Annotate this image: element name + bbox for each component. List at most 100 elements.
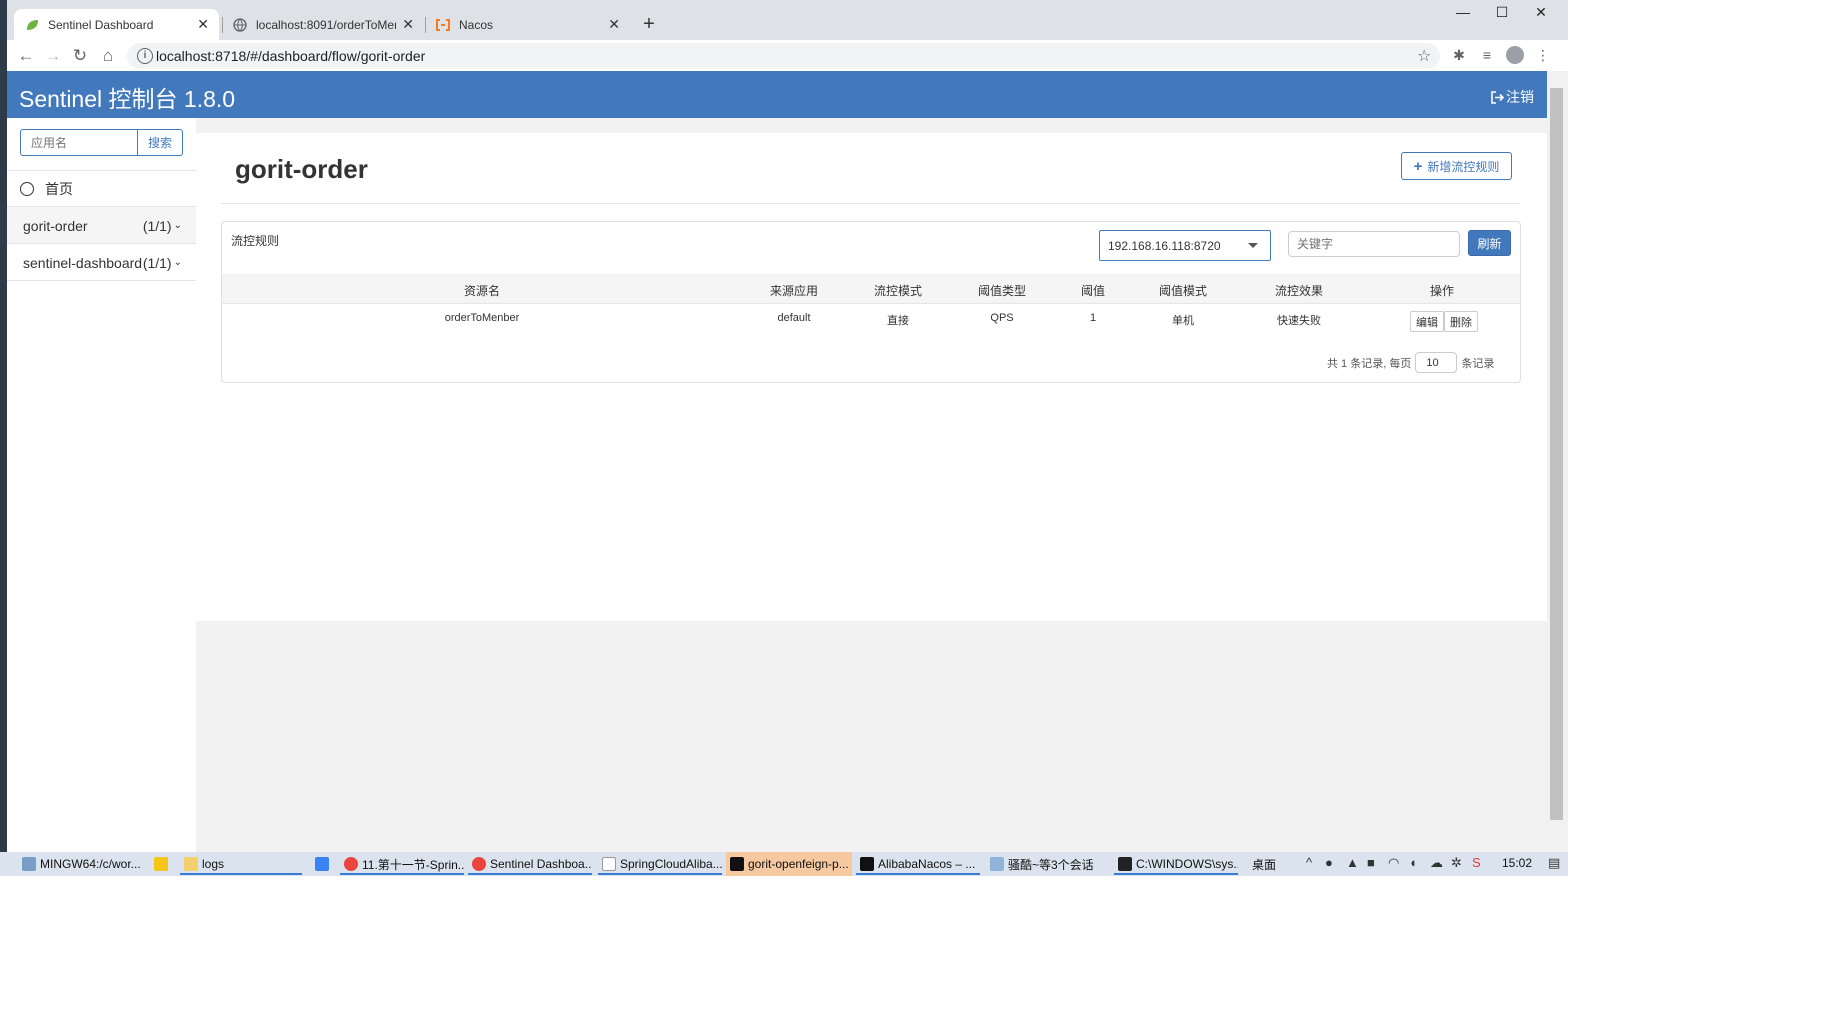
taskbar-label: 11.第十一节-Sprin... <box>362 857 464 872</box>
extensions-icon[interactable]: ✱ <box>1450 47 1468 65</box>
taskbar-active-indicator <box>1114 873 1238 875</box>
app-search-button[interactable]: 搜索 <box>137 129 183 156</box>
refresh-button[interactable]: 刷新 <box>1468 230 1511 256</box>
card-title: 流控规则 <box>231 234 280 248</box>
browser-tab-nacos[interactable]: Nacos ✕ <box>425 9 630 40</box>
forward-arrow-icon[interactable]: → <box>42 45 64 67</box>
cell-cluster: 单机 <box>1172 315 1194 327</box>
app-name: sentinel-dashboard <box>23 254 143 271</box>
url-text[interactable]: localhost:8718/#/dashboard/flow/gorit-or… <box>156 48 425 64</box>
window-close-icon[interactable]: ✕ <box>1522 4 1560 24</box>
tray-cloud-icon[interactable]: ☁ <box>1430 855 1443 871</box>
caret-down-icon <box>1248 243 1258 248</box>
cell-origin: default <box>777 312 811 324</box>
column-header-grade: 阈值类型 <box>977 284 1027 298</box>
leaf-icon <box>24 17 40 33</box>
cell-mode: 直接 <box>887 315 909 327</box>
chrome-icon <box>344 857 358 871</box>
sidebar-item-home[interactable]: 首页 <box>7 171 196 206</box>
intellij-icon <box>730 857 744 871</box>
keyword-input[interactable] <box>1288 231 1460 257</box>
taskbar-label: AlibabaNacos – ... <box>878 857 976 871</box>
close-icon[interactable]: ✕ <box>197 16 209 33</box>
tray-chevron-up-icon[interactable]: ^ <box>1306 855 1312 870</box>
column-header-cluster: 阈值模式 <box>1158 284 1208 298</box>
browser-tab-sentinel[interactable]: Sentinel Dashboard ✕ <box>14 9 219 40</box>
taskbar-item-app[interactable] <box>311 852 335 876</box>
taskbar-item-player[interactable] <box>150 852 174 876</box>
tray-ime-icon[interactable]: S <box>1472 855 1481 870</box>
scrollbar-thumb[interactable] <box>1550 88 1563 820</box>
cell-resource: orderToMenber <box>444 312 520 324</box>
cell-grade: QPS <box>990 312 1014 324</box>
taskbar-label: 骚酷~等3个会话 <box>1008 857 1094 872</box>
machine-select[interactable]: 192.168.16.118:8720 <box>1099 230 1271 261</box>
taskbar-clock: 15:02 <box>1502 856 1533 870</box>
taskbar-label: MINGW64:/c/wor... <box>40 857 141 871</box>
add-flow-rule-button[interactable]: + 新增流控规则 <box>1401 152 1512 180</box>
app-name: gorit-order <box>23 217 88 234</box>
machine-select-value: 192.168.16.118:8720 <box>1108 238 1221 253</box>
taskbar-item-idea-1[interactable]: gorit-openfeign-p... <box>726 852 852 876</box>
tab-title: localhost:8091/orderToMemb <box>256 17 397 32</box>
app-icon <box>315 857 329 871</box>
maximize-icon[interactable]: ☐ <box>1483 4 1521 24</box>
taskbar-desktop[interactable]: 桌面 <box>1248 852 1298 876</box>
taskbar-active-indicator <box>598 873 722 875</box>
tray-volume-icon[interactable]: ◖ <box>1409 855 1417 870</box>
browser-menu-icon[interactable]: ⋮ <box>1534 47 1552 65</box>
add-flow-rule-label: 新增流控规则 <box>1427 159 1500 174</box>
pagination: 共 1 条记录, 每页 条记录 <box>1327 352 1494 373</box>
app-machine-count: (1/1) <box>142 254 172 271</box>
home-icon[interactable]: ⌂ <box>97 45 119 67</box>
folder-icon <box>184 857 198 871</box>
site-info-icon[interactable]: i <box>137 48 153 64</box>
back-arrow-icon[interactable]: ← <box>15 45 37 67</box>
sidebar-item-sentinel-dashboard[interactable]: sentinel-dashboard (1/1) ⌄ <box>7 244 196 281</box>
tray-wifi-icon[interactable]: ◠ <box>1388 855 1399 871</box>
plus-icon: + <box>1413 157 1423 175</box>
minimize-icon[interactable]: — <box>1444 4 1482 24</box>
browser-tab-order[interactable]: localhost:8091/orderToMemb ✕ <box>222 9 424 40</box>
tray-qq-icon[interactable]: ● <box>1325 855 1333 870</box>
tray-app-icon[interactable]: ■ <box>1367 855 1375 870</box>
column-header-effect: 流控效果 <box>1274 284 1324 298</box>
taskbar-item-chat[interactable]: 骚酷~等3个会话 <box>986 852 1110 876</box>
delete-rule-button[interactable]: 删除 <box>1444 311 1478 332</box>
cmd-icon <box>1118 857 1132 871</box>
notification-icon[interactable]: ▤ <box>1548 855 1560 871</box>
chat-icon <box>990 857 1004 871</box>
app-brand[interactable]: Sentinel 控制台 1.8.0 <box>19 80 235 114</box>
sidebar-item-gorit-order[interactable]: gorit-order (1/1) ⌄ <box>7 207 196 244</box>
edit-rule-button[interactable]: 编辑 <box>1410 311 1444 332</box>
close-icon[interactable]: ✕ <box>608 16 620 33</box>
reading-list-icon[interactable]: ≡ <box>1478 47 1496 65</box>
app-search-input[interactable] <box>20 129 138 156</box>
taskbar-label: Sentinel Dashboa... <box>490 857 592 871</box>
bookmark-star-icon[interactable]: ☆ <box>1417 46 1431 66</box>
taskbar-active-indicator <box>340 873 464 875</box>
sign-out-icon <box>1491 90 1504 104</box>
tray-docker-icon[interactable]: ▲ <box>1346 855 1359 870</box>
sidebar-item-label: 首页 <box>45 180 73 197</box>
logout-button[interactable]: 注销 <box>1490 87 1534 107</box>
cell-count: 1 <box>1089 312 1097 324</box>
column-header-actions: 操作 <box>1429 284 1455 298</box>
chevron-down-icon: ⌄ <box>173 257 182 268</box>
taskbar-label: C:\WINDOWS\sys... <box>1136 857 1238 871</box>
divider <box>221 203 1521 204</box>
taskbar-label: gorit-openfeign-p... <box>748 857 849 871</box>
reload-icon[interactable]: ↻ <box>69 45 91 67</box>
tray-settings-icon[interactable]: ✲ <box>1451 855 1462 871</box>
taskbar-active-indicator <box>468 873 592 875</box>
taskbar-label: logs <box>202 857 225 871</box>
page-size-input[interactable] <box>1415 352 1458 373</box>
nacos-icon <box>435 17 451 33</box>
column-header-resource: 资源名 <box>463 284 501 298</box>
close-icon[interactable]: ✕ <box>402 16 414 33</box>
new-tab-button[interactable]: + <box>638 14 660 36</box>
taskbar-item-mingw[interactable]: MINGW64:/c/wor... <box>18 852 144 876</box>
profile-avatar[interactable] <box>1506 46 1524 64</box>
divider <box>7 280 196 281</box>
player-icon <box>154 857 168 871</box>
